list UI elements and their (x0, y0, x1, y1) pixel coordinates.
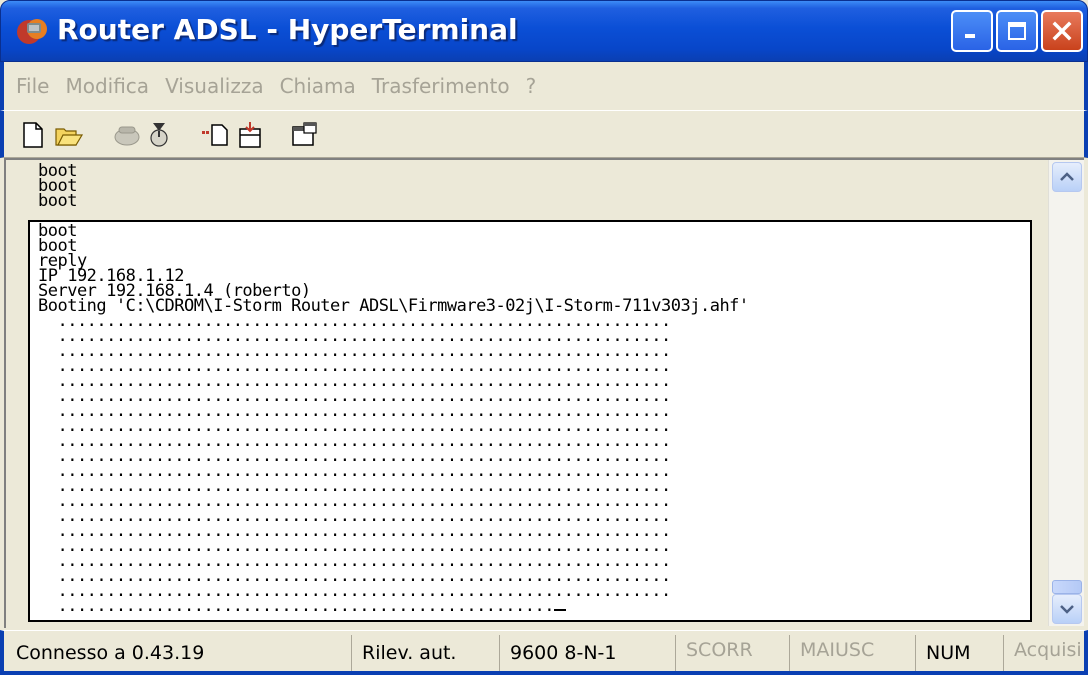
properties-icon[interactable] (290, 121, 320, 149)
status-capture: Acquisi (1014, 639, 1082, 661)
backscroll-text: boot boot boot (8, 160, 1048, 211)
status-bar: Connesso a 0.43.19 Rilev. aut. 9600 8-N-… (0, 630, 1088, 675)
terminal-text: boot boot reply IP 192.168.1.12 Server 192.1… (30, 221, 1030, 616)
backscroll-buffer[interactable]: boot boot boot (8, 160, 1048, 216)
open-icon[interactable] (54, 121, 84, 149)
toolbar (0, 110, 1088, 158)
menu-trasferimento[interactable]: Trasferimento (372, 74, 510, 98)
status-connection: Connesso a 0.43.19 (8, 635, 352, 671)
menu-file[interactable]: File (16, 74, 49, 98)
menu-modifica[interactable]: Modifica (65, 74, 149, 98)
menu-visualizza[interactable]: Visualizza (165, 74, 264, 98)
backscroll-line: boot (38, 161, 77, 181)
minimize-button[interactable] (951, 10, 993, 52)
close-button[interactable] (1041, 10, 1083, 52)
maximize-button[interactable] (996, 10, 1038, 52)
terminal-line: boot (38, 236, 77, 256)
window-title: Router ADSL - HyperTerminal (57, 13, 518, 46)
terminal-line-last: ........................................… (38, 596, 1030, 616)
chevron-down-icon (1060, 605, 1074, 614)
terminal-line: boot (38, 221, 77, 241)
disconnect-icon[interactable] (144, 121, 174, 149)
status-port-settings: 9600 8-N-1 (502, 635, 676, 671)
terminal-line: ........................................… (38, 596, 554, 616)
maximize-icon (1008, 22, 1026, 40)
menu-help[interactable]: ? (526, 74, 537, 98)
backscroll-line: boot (38, 191, 77, 211)
menu-chiama[interactable]: Chiama (280, 74, 356, 98)
title-bar[interactable]: Router ADSL - HyperTerminal (0, 0, 1088, 62)
status-autodetect: Rilev. aut. (354, 635, 500, 671)
chevron-up-icon (1060, 172, 1074, 181)
scroll-up-button[interactable] (1052, 162, 1082, 192)
text-cursor (553, 609, 566, 611)
send-icon[interactable] (200, 121, 230, 149)
terminal-line: reply (38, 251, 87, 271)
status-num-lock: NUM (918, 635, 1004, 671)
status-caps-lock: MAIUSC (792, 635, 916, 671)
call-icon[interactable] (112, 121, 142, 149)
status-scroll-lock: SCORR (678, 635, 790, 671)
scroll-down-button[interactable] (1052, 594, 1082, 624)
menu-bar: File Modifica Visualizza Chiama Trasferi… (0, 62, 1088, 110)
backscroll-line: boot (38, 176, 77, 196)
hyperterminal-app-icon (17, 19, 47, 44)
new-icon[interactable] (18, 121, 48, 149)
receive-icon[interactable] (236, 121, 266, 149)
vertical-scrollbar[interactable] (1048, 160, 1084, 626)
scroll-thumb[interactable] (1052, 580, 1082, 594)
terminal-screen[interactable]: boot boot reply IP 192.168.1.12 Server 192.1… (28, 220, 1032, 622)
close-icon (1052, 21, 1072, 41)
minimize-icon (965, 34, 975, 38)
